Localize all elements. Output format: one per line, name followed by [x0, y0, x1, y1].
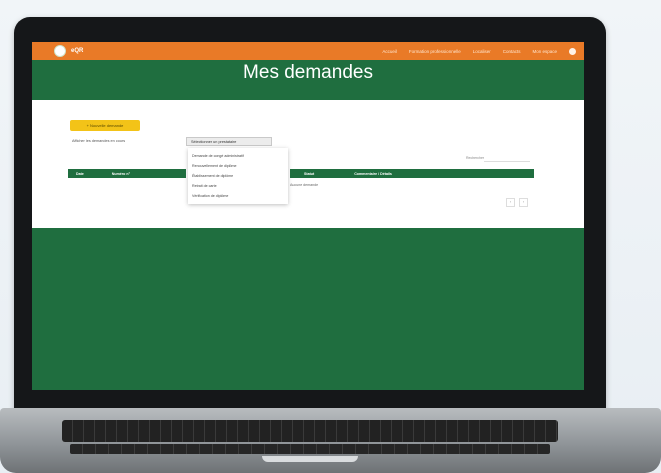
dropdown-option[interactable]: Vérification de diplôme [188, 191, 288, 201]
nav-item-mon-espace[interactable]: Mon espace [532, 49, 557, 54]
page-title: Mes demandes [243, 62, 373, 83]
nav-item-accueil[interactable]: Accueil [382, 49, 397, 54]
nav-item-contacts[interactable]: Contacts [503, 49, 521, 54]
column-header-numero[interactable]: Numéro n° [112, 172, 130, 176]
nav-item-localiser[interactable]: Localiser [473, 49, 491, 54]
main-content: + Nouvelle demande Afficher les demandes… [32, 100, 584, 228]
pagination: ‹ › [506, 198, 528, 207]
dropdown-option[interactable]: Renouvellement de diplôme [188, 161, 288, 171]
top-navigation-bar: eQR Accueil Formation professionnelle Lo… [32, 42, 584, 60]
laptop-screen: eQR Accueil Formation professionnelle Lo… [32, 42, 584, 390]
prev-page-button[interactable]: ‹ [506, 198, 515, 207]
provider-dropdown-menu: Demande de congé administratif Renouvell… [188, 148, 288, 204]
new-request-button[interactable]: + Nouvelle demande [70, 120, 140, 131]
laptop-hinge-notch [262, 456, 358, 462]
column-header-statut[interactable]: Statut [304, 172, 314, 176]
dropdown-option[interactable]: Retrait de carte [188, 181, 288, 191]
logo-icon [54, 45, 66, 57]
main-nav: Accueil Formation professionnelle Locali… [382, 47, 584, 55]
table-header-right: Statut Commentaire / Détails [290, 169, 534, 178]
dropdown-option[interactable]: Établissement de diplôme [188, 171, 288, 181]
title-band: Mes demandes [32, 60, 584, 100]
keyboard-row [62, 420, 558, 442]
search-input[interactable] [484, 154, 530, 162]
column-header-date[interactable]: Date [76, 172, 84, 176]
table-empty-message: Aucune demande [290, 183, 319, 187]
next-page-button[interactable]: › [519, 198, 528, 207]
search-label: Rechercher [466, 156, 485, 160]
column-header-commentaire[interactable]: Commentaire / Détails [354, 172, 392, 176]
keyboard-row [70, 444, 550, 454]
dropdown-option[interactable]: Demande de congé administratif [188, 151, 288, 161]
filter-label: Afficher les demandes en cours [72, 139, 126, 143]
provider-select[interactable]: Sélectionner un prestataire [186, 137, 272, 146]
nav-item-formation[interactable]: Formation professionnelle [409, 49, 461, 54]
app-logo-text: eQR [71, 48, 84, 54]
table-header-left: Date Numéro n° [68, 169, 186, 178]
user-icon[interactable] [569, 47, 576, 55]
page-footer [32, 228, 584, 390]
